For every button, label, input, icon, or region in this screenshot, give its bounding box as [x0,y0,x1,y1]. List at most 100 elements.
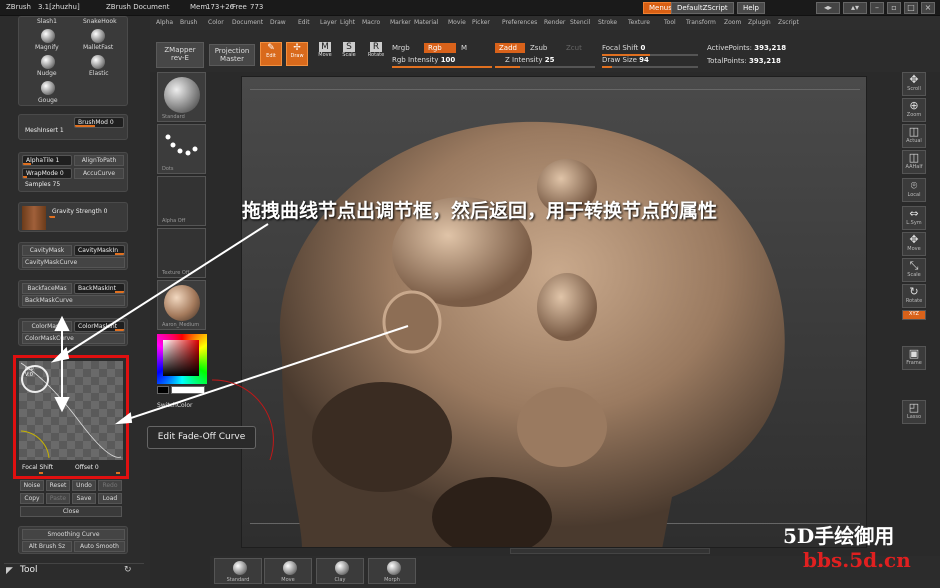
right-shelf-move[interactable]: ✥ Move [902,232,926,256]
bottom-brush-morph[interactable]: Morph [368,558,416,584]
bottom-brush-move[interactable]: Move [264,558,312,584]
samples-slider[interactable]: Samples 75 [22,180,72,191]
stroke-thumbnail[interactable]: Dots [157,124,206,174]
right-shelf-aahalf[interactable]: ◫ AAHalf [902,150,926,174]
paste-button[interactable]: Paste [46,493,70,504]
z-intensity-label[interactable]: Z Intensity 25 [505,56,554,64]
copy-button[interactable]: Copy [20,493,44,504]
right-shelf-lasso[interactable]: ◰ Lasso [902,400,926,424]
menu-item-macro[interactable]: Macro [362,19,380,26]
backfacemask-button[interactable]: BackfaceMas [22,283,72,294]
menu-item-render[interactable]: Render [544,19,565,26]
bottom-brush-standard[interactable]: Standard [214,558,262,584]
right-shelf-local[interactable]: ⌾ Local [902,178,926,202]
focal-shift-label[interactable]: Focal Shift 0 [602,44,645,52]
menu-item-document[interactable]: Document [232,19,263,26]
right-shelf-zoom[interactable]: ⊕ Zoom [902,98,926,122]
menu-item-color[interactable]: Color [208,19,224,26]
draw-size-label[interactable]: Draw Size 94 [602,56,649,64]
right-shelf-lsym[interactable]: ⇔ L.Sym [902,206,926,230]
cavitymaskin-slider[interactable]: CavityMaskIn [74,245,125,256]
brush-gouge-icon[interactable] [41,81,55,95]
menu-item-transform[interactable]: Transform [686,19,716,26]
brush-thumbnail[interactable]: Standard [157,72,206,122]
reset-button[interactable]: Reset [46,480,70,491]
tool-palette-header[interactable]: ◤ Tool ↻ [4,563,144,579]
switch-color-button[interactable]: SwitchColor [157,402,193,409]
bottom-shelf-handle[interactable] [510,548,710,554]
menu-item-light[interactable]: Light [340,19,355,26]
menu-item-stroke[interactable]: Stroke [598,19,617,26]
accucurve-button[interactable]: AccuCurve [74,168,124,179]
right-shelf-scroll[interactable]: ✥ Scroll [902,72,926,96]
alphatile-slider[interactable]: AlphaTile 1 [22,155,72,166]
menu-item-brush[interactable]: Brush [180,19,197,26]
menu-item-material[interactable]: Material [414,19,438,26]
bottom-brush-clay[interactable]: Clay [316,558,364,584]
minimize-icon[interactable]: – [870,2,884,14]
mrgb-button[interactable]: Mrgb [392,44,410,52]
refresh-icon[interactable]: ↻ [124,565,132,575]
rgb-intensity-slider[interactable] [392,66,492,68]
brushmod-slider[interactable]: BrushMod 0 [74,117,124,128]
scale-mode-button[interactable]: S Scale [338,42,360,66]
move-mode-button[interactable]: M Move [314,42,336,66]
menu-item-zplugin[interactable]: Zplugin [748,19,771,26]
right-shelf-xyz[interactable]: XYZ [902,310,926,320]
right-shelf-scale[interactable]: ⤡ Scale [902,258,926,282]
zcut-button[interactable]: Zcut [566,44,582,52]
colormaskcurve-button[interactable]: ColorMaskCurve [22,333,125,344]
menu-item-alpha[interactable]: Alpha [156,19,173,26]
arrows-vertical-icon[interactable]: ▴▾ [843,2,867,14]
menu-item-stencil[interactable]: Stencil [570,19,590,26]
z-intensity-slider[interactable] [495,66,595,68]
save-button[interactable]: Save [72,493,96,504]
edit-mode-button[interactable]: ✎ Edit [260,42,282,66]
m-button[interactable]: M [461,44,467,52]
menu-item-preferences[interactable]: Preferences [502,19,537,26]
cavitymaskcurve-button[interactable]: CavityMaskCurve [22,257,125,268]
offset-curve-slider[interactable]: Offset 0 [72,463,122,474]
projection-master-button[interactable]: Projection Master [209,44,255,66]
rgb-button[interactable]: Rgb [424,43,456,53]
colormaskint-slider[interactable]: ColorMaskInt [74,321,125,332]
menu-item-movie[interactable]: Movie [448,19,466,26]
tool-expand-icon[interactable]: ◤ [6,566,13,576]
right-shelf-frame[interactable]: ▣ Frame [902,346,926,370]
load-button[interactable]: Load [98,493,122,504]
zadd-button[interactable]: Zadd [495,43,525,53]
aligntopath-button[interactable]: AlignToPath [74,155,124,166]
zmapper-button[interactable]: ZMapper rev-E [156,42,204,68]
help-button[interactable]: Help [737,2,765,14]
backmaskint-slider[interactable]: BackMaskInt [74,283,125,294]
menu-item-marker[interactable]: Marker [390,19,411,26]
auto-smooth-button[interactable]: Auto Smooth [74,541,125,552]
undo-button[interactable]: Undo [72,480,96,491]
right-shelf-rotate[interactable]: ↻ Rotate [902,284,926,308]
colormask-button[interactable]: ColorMask [22,321,72,332]
brush-elastic-icon[interactable] [91,55,105,69]
brush-malletfast-icon[interactable] [91,29,105,43]
restore-icon[interactable]: ▫ [887,2,901,14]
menu-item-zscript[interactable]: Zscript [778,19,799,26]
rgb-intensity-label[interactable]: Rgb Intensity 100 [392,56,455,64]
draw-mode-button[interactable]: ✢ Draw [286,42,308,66]
right-shelf-actual[interactable]: ◫ Actual [902,124,926,148]
alt-brush-size-button[interactable]: Alt Brush Sz [22,541,72,552]
menu-item-texture[interactable]: Texture [628,19,650,26]
close-curve-button[interactable]: Close [20,506,122,517]
close-icon[interactable]: × [921,2,935,14]
wrapmode-slider[interactable]: WrapMode 0 [22,168,72,179]
fadeoff-curve-editor[interactable]: H:0 V:0 Focal Shift Offset 0 [13,355,129,479]
gravity-slider[interactable]: Gravity Strength 0 [49,207,125,218]
focal-shift-curve-slider[interactable]: Focal Shift [19,463,69,474]
noise-button[interactable]: Noise [20,480,44,491]
redo-button[interactable]: Redo [98,480,122,491]
rotate-mode-button[interactable]: R Rotate [364,42,388,66]
brush-magnify-icon[interactable] [41,29,55,43]
menu-item-picker[interactable]: Picker [472,19,490,26]
skull-model[interactable] [242,77,867,548]
menu-item-tool[interactable]: Tool [664,19,676,26]
smoothing-curve-button[interactable]: Smoothing Curve [22,529,125,540]
cavitymask-button[interactable]: CavityMask [22,245,72,256]
